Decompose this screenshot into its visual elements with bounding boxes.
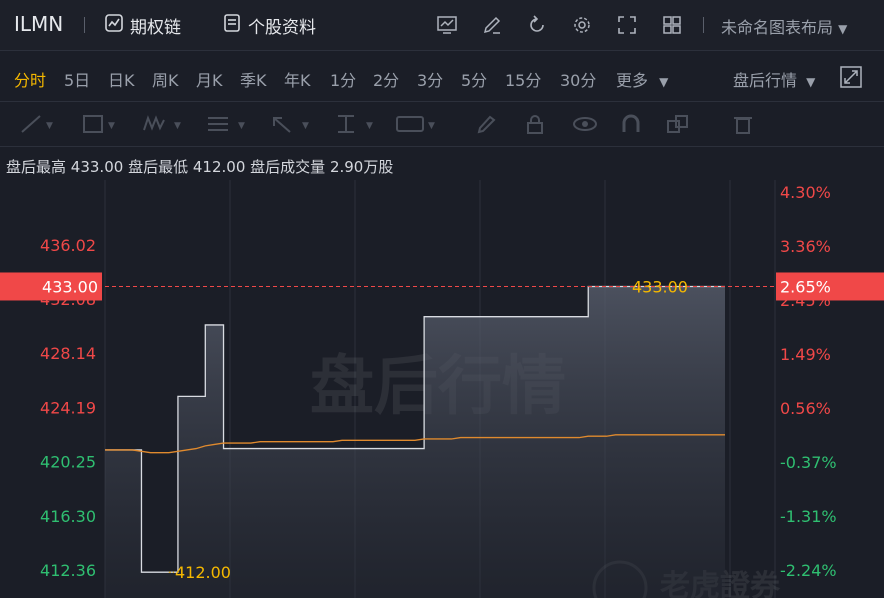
line-tool-icon[interactable]: ▼ <box>20 112 54 136</box>
options-chain-label: 期权链 <box>130 18 181 38</box>
volume-value: 2.90万股 <box>329 158 394 176</box>
high-label: 盘后最高 <box>6 158 67 176</box>
divider <box>84 17 85 33</box>
indicator-chart-icon[interactable] <box>434 12 460 38</box>
layout-selector[interactable]: 未命名图表布局 ▼ <box>721 14 847 38</box>
period-tab[interactable]: 年K <box>284 67 311 91</box>
stock-info-label: 个股资料 <box>248 18 316 38</box>
layout-name-label: 未命名图表布局 <box>721 18 834 37</box>
period-tab[interactable]: 5日 <box>64 67 90 91</box>
right-axis-tick-label: 1.49% <box>780 345 831 364</box>
caret-down-icon: ▼ <box>838 22 848 36</box>
more-periods-dropdown[interactable]: 更多 ▼ <box>616 67 668 91</box>
svg-text:▼: ▼ <box>108 121 115 131</box>
wave-tool-icon[interactable]: ▼ <box>142 112 186 136</box>
left-axis-tick-label: 412.36 <box>40 561 96 580</box>
top-bar: ILMN 期权链 个股资料 未命名图表布局 ▼ <box>0 0 884 51</box>
right-axis-tick-label: 4.30% <box>780 183 831 202</box>
period-tab[interactable]: 2分 <box>373 67 399 91</box>
rectangle-tool-icon[interactable]: ▼ <box>82 112 116 136</box>
min-price-label: 412.00 <box>175 563 231 582</box>
label-tool-icon[interactable]: ▼ <box>396 112 440 136</box>
fullscreen-icon[interactable] <box>614 12 640 38</box>
price-area <box>105 286 725 598</box>
intraday-chart[interactable]: 盘后行情 老虎證券 436.02432.08428.14424.19420.25… <box>0 180 884 598</box>
right-axis-tick-label: -2.24% <box>780 561 837 580</box>
pencil-icon[interactable] <box>476 112 498 136</box>
refresh-icon[interactable] <box>524 12 550 38</box>
period-tab[interactable]: 分时 <box>14 67 46 91</box>
period-tab[interactable]: 30分 <box>560 67 596 91</box>
period-tab[interactable]: 15分 <box>505 67 541 91</box>
svg-text:▼: ▼ <box>302 121 309 131</box>
more-label: 更多 <box>616 71 649 90</box>
magnet-icon[interactable] <box>620 112 642 136</box>
lock-icon[interactable] <box>524 112 546 136</box>
after-hours-dropdown[interactable]: 盘后行情 ▼ <box>733 67 815 91</box>
divider <box>703 17 704 33</box>
options-chain-button[interactable]: 期权链 <box>104 13 181 38</box>
high-value: 433.00 <box>70 158 124 176</box>
gear-icon[interactable] <box>569 12 595 38</box>
svg-text:▼: ▼ <box>174 121 181 131</box>
fib-tool-icon[interactable]: ▼ <box>206 112 250 136</box>
left-axis-tick-label: 424.19 <box>40 399 96 418</box>
right-percent-axis: 4.30%3.36%2.45%1.49%0.56%-0.37%-1.31%-2.… <box>780 183 837 580</box>
trash-icon[interactable] <box>732 112 754 136</box>
after-hours-info: 盘后最高 433.00 盘后最低 412.00 盘后成交量 2.90万股 <box>6 156 393 177</box>
options-chart-icon <box>104 13 124 38</box>
period-bar: 分时 5日 日K 周K 月K 季K 年K 1分 2分 3分 5分 15分 30分… <box>0 51 884 102</box>
period-tab[interactable]: 日K <box>108 67 135 91</box>
right-axis-tick-label: -1.31% <box>780 507 837 526</box>
left-axis-tick-label: 416.30 <box>40 507 96 526</box>
right-axis-tick-label: -0.37% <box>780 453 837 472</box>
document-icon <box>222 13 242 38</box>
svg-text:▼: ▼ <box>238 121 245 131</box>
caret-down-icon: ▼ <box>659 75 669 89</box>
expand-icon[interactable] <box>840 66 862 92</box>
left-axis-tick-label: 436.02 <box>40 236 96 255</box>
eye-icon[interactable] <box>572 112 598 136</box>
arrow-tool-icon[interactable]: ▼ <box>270 112 314 136</box>
measure-tool-icon[interactable]: ▼ <box>334 112 378 136</box>
svg-text:▼: ▼ <box>428 121 435 131</box>
svg-text:▼: ▼ <box>366 121 373 131</box>
period-tab[interactable]: 季K <box>240 67 267 91</box>
drawing-toolbar: ▼ ▼ ▼ ▼ ▼ ▼ ▼ <box>0 102 884 147</box>
period-tab[interactable]: 月K <box>196 67 223 91</box>
right-axis-tick-label: 3.36% <box>780 237 831 256</box>
max-price-label: 433.00 <box>632 277 688 296</box>
after-hours-label: 盘后行情 <box>733 71 798 90</box>
low-label: 盘后最低 <box>128 158 189 176</box>
svg-text:▼: ▼ <box>46 121 53 131</box>
volume-label: 盘后成交量 <box>250 158 326 176</box>
right-axis-tick-label: 0.56% <box>780 399 831 418</box>
current-percent-tag-value: 2.65% <box>780 277 831 296</box>
left-axis-tick-label: 428.14 <box>40 344 96 363</box>
period-tab[interactable]: 1分 <box>330 67 356 91</box>
period-tab[interactable]: 5分 <box>461 67 487 91</box>
period-tab[interactable]: 3分 <box>417 67 443 91</box>
edit-icon[interactable] <box>479 12 505 38</box>
low-value: 412.00 <box>192 158 246 176</box>
ticker-symbol[interactable]: ILMN <box>14 12 63 36</box>
layers-icon[interactable] <box>666 112 690 136</box>
grid-layout-icon[interactable] <box>659 12 685 38</box>
left-axis-tick-label: 420.25 <box>40 453 96 472</box>
current-price-tag-value: 433.00 <box>42 277 98 296</box>
period-tab[interactable]: 周K <box>152 67 179 91</box>
stock-info-button[interactable]: 个股资料 <box>222 13 316 38</box>
caret-down-icon: ▼ <box>806 75 816 89</box>
